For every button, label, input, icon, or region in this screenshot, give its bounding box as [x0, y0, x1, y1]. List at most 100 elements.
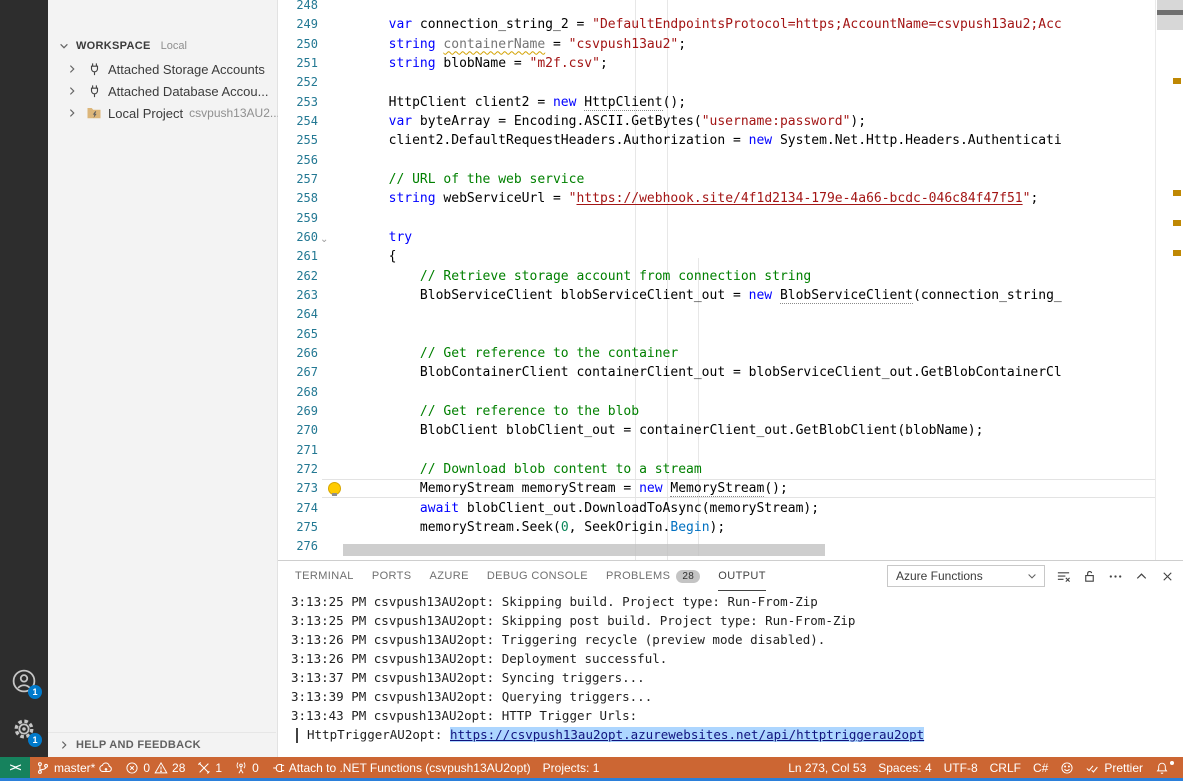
code-line-267[interactable]: 267 BlobContainerClient containerClient_… [278, 363, 1066, 382]
line-number: 255 [278, 131, 318, 150]
language-mode-item[interactable]: C# [1027, 761, 1054, 775]
tools-status-item[interactable]: 1 [191, 757, 228, 778]
close-panel-icon[interactable] [1159, 568, 1175, 584]
line-number: 265 [278, 325, 318, 344]
code-line-271[interactable]: 271 [278, 441, 1066, 460]
line-number: 261 [278, 247, 318, 266]
clear-output-icon[interactable] [1055, 568, 1071, 584]
trigger-url-link[interactable]: https://csvpush13au2opt.azurewebsites.ne… [450, 727, 924, 742]
output-channel-select[interactable]: Azure Functions [887, 565, 1045, 587]
line-number: 256 [278, 151, 318, 170]
sidebar-item-attached-storage-accounts[interactable]: Attached Storage Accounts [48, 58, 277, 80]
git-branch-item[interactable]: master* [30, 757, 119, 778]
more-actions-icon[interactable] [1107, 568, 1123, 584]
vscode-window: 1 1 WORKSPACE Local [0, 0, 1183, 781]
code-line-272[interactable]: 272 // Download blob content to a stream [278, 460, 1066, 479]
account-icon[interactable]: 1 [10, 667, 38, 695]
warnings-count: 28 [172, 761, 185, 775]
panel-toolbar: Azure Functions [887, 565, 1175, 587]
cursor-position-item[interactable]: Ln 273, Col 53 [782, 761, 872, 775]
tab-debug-console[interactable]: DEBUG CONSOLE [487, 561, 588, 591]
attach-label: Attach to .NET Functions (csvpush13AU2op… [289, 761, 531, 775]
code-line-266[interactable]: 266 // Get reference to the container [278, 344, 1066, 363]
tab-terminal[interactable]: TERMINAL [295, 561, 354, 591]
tower-count: 0 [252, 761, 259, 775]
formatter-item[interactable]: Prettier [1080, 761, 1149, 775]
sidebar: WORKSPACE Local Attached Storage Account… [48, 0, 278, 757]
code-line-256[interactable]: 256 [278, 151, 1066, 170]
code-line-274[interactable]: 274 await blobClient_out.DownloadToAsync… [278, 499, 1066, 518]
notifications-item[interactable] [1149, 761, 1175, 775]
chevron-down-icon [1026, 570, 1038, 582]
status-bar: >< master* 0 [0, 757, 1183, 778]
debug-attach-icon [271, 761, 285, 775]
workspace-section-header[interactable]: WORKSPACE Local [56, 38, 277, 54]
feedback-smiley-item[interactable] [1054, 761, 1080, 775]
tools-icon [197, 761, 211, 775]
line-number: 271 [278, 441, 318, 460]
tab-ports[interactable]: PORTS [372, 561, 412, 591]
code-line-253[interactable]: 253 HttpClient client2 = new HttpClient(… [278, 93, 1066, 112]
warning-marker [1173, 78, 1181, 84]
code-line-260[interactable]: 260 try [278, 228, 1066, 247]
lock-icon[interactable] [1081, 568, 1097, 584]
code-line-248[interactable]: 248 [278, 0, 1066, 15]
code-line-261[interactable]: 261 { [278, 247, 1066, 266]
output-line: 3:13:37 PM csvpush13AU2opt: Syncing trig… [291, 668, 1183, 687]
code-line-257[interactable]: 257 // URL of the web service [278, 170, 1066, 189]
code-line-254[interactable]: 254 var byteArray = Encoding.ASCII.GetBy… [278, 112, 1066, 131]
scrollbar-position-band [1157, 10, 1183, 15]
code-line-263[interactable]: 263 BlobServiceClient blobServiceClient_… [278, 286, 1066, 305]
activity-bar: 1 1 [0, 0, 48, 757]
code-line-259[interactable]: 259 [278, 209, 1066, 228]
warning-marker [1173, 190, 1181, 196]
sidebar-item-attached-database-accounts[interactable]: Attached Database Accou... [48, 80, 277, 102]
code-line-268[interactable]: 268 [278, 383, 1066, 402]
code-line-262[interactable]: 262 // Retrieve storage account from con… [278, 267, 1066, 286]
tower-status-item[interactable]: 0 [228, 757, 265, 778]
line-number: 270 [278, 421, 318, 440]
code-editor[interactable]: 248249 var connection_string_2 = "Defaul… [278, 0, 1183, 561]
fold-chevron-icon[interactable]: ⌄ [320, 234, 328, 245]
output-line: 3:13:26 PM csvpush13AU2opt: Deployment s… [291, 649, 1183, 668]
code-line-273[interactable]: 273 MemoryStream memoryStream = new Memo… [278, 479, 1066, 498]
eol-item[interactable]: CRLF [984, 761, 1027, 775]
tab-output[interactable]: OUTPUT [718, 561, 766, 591]
double-check-icon [1086, 761, 1100, 775]
horizontal-scrollbar[interactable] [343, 544, 825, 556]
attach-debug-item[interactable]: Attach to .NET Functions (csvpush13AU2op… [265, 757, 537, 778]
code-line-251[interactable]: 251 string blobName = "m2f.csv"; [278, 54, 1066, 73]
code-line-258[interactable]: 258 string webServiceUrl = "https://webh… [278, 189, 1066, 208]
code-line-252[interactable]: 252 [278, 73, 1066, 92]
code-line-275[interactable]: 275 memoryStream.Seek(0, SeekOrigin.Begi… [278, 518, 1066, 537]
code-line-265[interactable]: 265 [278, 325, 1066, 344]
errors-count: 0 [143, 761, 150, 775]
line-number: 249 [278, 15, 318, 34]
line-number: 250 [278, 35, 318, 54]
encoding-item[interactable]: UTF-8 [938, 761, 984, 775]
help-and-feedback-section[interactable]: HELP AND FEEDBACK [48, 732, 276, 757]
sidebar-item-local-project[interactable]: Local Project csvpush13AU2... [48, 102, 277, 124]
code-line-249[interactable]: 249 var connection_string_2 = "DefaultEn… [278, 15, 1066, 34]
remote-indicator[interactable]: >< [0, 757, 30, 778]
code-line-255[interactable]: 255 client2.DefaultRequestHeaders.Author… [278, 131, 1066, 150]
lightbulb-icon[interactable] [328, 482, 341, 495]
warnings-icon [154, 761, 168, 775]
output-log[interactable]: 3:13:25 PM csvpush13AU2opt: Skipping bui… [278, 591, 1183, 757]
code-line-250[interactable]: 250 string containerName = "csvpush13au2… [278, 35, 1066, 54]
tab-azure[interactable]: AZURE [430, 561, 469, 591]
problems-status-item[interactable]: 0 28 [119, 757, 191, 778]
projects-status-item[interactable]: Projects: 1 [537, 757, 606, 778]
code-line-269[interactable]: 269 // Get reference to the blob [278, 402, 1066, 421]
vertical-scrollbar[interactable] [1157, 0, 1183, 30]
settings-gear-icon[interactable]: 1 [10, 715, 38, 743]
chevron-down-icon [56, 38, 72, 54]
maximize-panel-icon[interactable] [1133, 568, 1149, 584]
tab-problems[interactable]: PROBLEMS 28 [606, 561, 700, 591]
output-line: 3:13:43 PM csvpush13AU2opt: HTTP Trigger… [291, 706, 1183, 725]
indentation-item[interactable]: Spaces: 4 [872, 761, 937, 775]
branch-name: master* [54, 761, 95, 775]
code-line-264[interactable]: 264 [278, 305, 1066, 324]
code-line-270[interactable]: 270 BlobClient blobClient_out = containe… [278, 421, 1066, 440]
output-line-http-trigger: HttpTriggerAU2opt: https://csvpush13au2o… [291, 725, 1183, 744]
